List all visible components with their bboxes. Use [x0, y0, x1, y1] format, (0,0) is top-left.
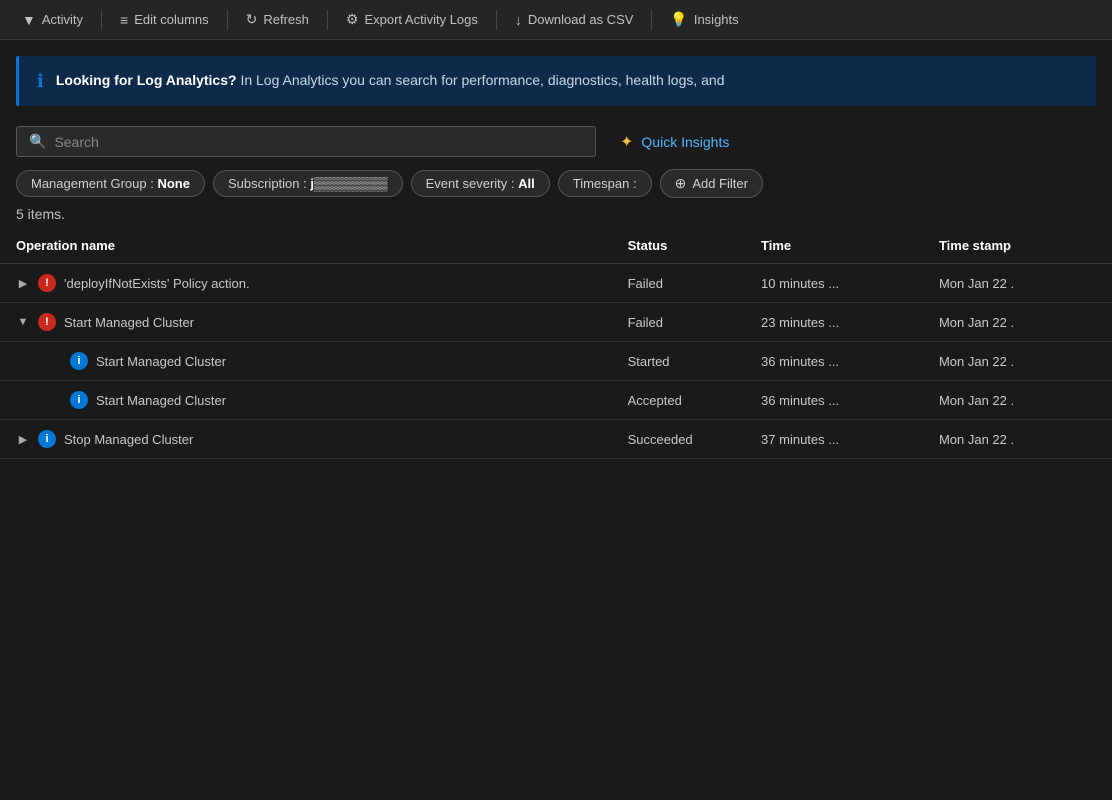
op-name-cell-3: i Start Managed Cluster — [48, 352, 596, 370]
quick-insights-icon: ✦ — [620, 132, 633, 152]
col-header-timestamp[interactable]: Time stamp — [923, 228, 1112, 264]
op-name-cell-5: ▶ i Stop Managed Cluster — [16, 430, 596, 448]
toolbar-download-csv[interactable]: ↓ Download as CSV — [505, 6, 644, 34]
table-row[interactable]: i Start Managed Cluster Started36 minutes … — [0, 342, 1112, 381]
operation-name-text: Start Managed Cluster — [96, 393, 226, 408]
download-icon: ↓ — [515, 12, 522, 28]
toolbar-insights[interactable]: 💡 Insights — [660, 5, 748, 34]
filter-timespan[interactable]: Timespan : — [558, 170, 652, 197]
timestamp-cell: Mon Jan 22 . — [923, 342, 1112, 381]
timestamp-cell: Mon Jan 22 . — [923, 381, 1112, 420]
toolbar-insights-label: Insights — [694, 12, 739, 27]
bulb-icon: 💡 — [670, 11, 687, 28]
filter-management-group[interactable]: Management Group : None — [16, 170, 205, 197]
filter-management-group-label: Management Group : — [31, 176, 157, 191]
timestamp-cell: Mon Jan 22 . — [923, 264, 1112, 303]
banner-bold-text: Looking for Log Analytics? — [56, 72, 237, 88]
severity-badge-info: i — [70, 391, 88, 409]
filter-subscription-value: j▒▒▒▒▒▒▒▒ — [310, 176, 387, 191]
table-container: Operation name Status Time Time stamp ▶!… — [0, 228, 1112, 459]
filter-timespan-label: Timespan : — [573, 176, 637, 191]
table-header-row: Operation name Status Time Time stamp — [0, 228, 1112, 264]
filter-management-group-value: None — [157, 176, 190, 191]
quick-insights-button[interactable]: ✦ Quick Insights — [620, 132, 729, 152]
time-cell: 36 minutes ... — [745, 342, 923, 381]
toolbar-divider-4 — [496, 10, 497, 30]
toolbar-divider-2 — [227, 10, 228, 30]
table-row[interactable]: ▼! Start Managed Cluster Failed23 minutes … — [0, 303, 1112, 342]
filter-event-severity-label: Event severity : — [426, 176, 518, 191]
toolbar-edit-columns[interactable]: ≡ Edit columns — [110, 6, 219, 34]
status-cell: Succeeded — [612, 420, 745, 459]
severity-badge-error: ! — [38, 274, 56, 292]
op-name-cell-4: i Start Managed Cluster — [48, 391, 596, 409]
add-filter-button[interactable]: ⊕ Add Filter — [660, 169, 763, 198]
severity-badge-info: i — [70, 352, 88, 370]
filters-row: Management Group : None Subscription : j… — [16, 169, 1096, 198]
toolbar-divider-1 — [101, 10, 102, 30]
time-cell: 36 minutes ... — [745, 381, 923, 420]
operation-name-text: Stop Managed Cluster — [64, 432, 193, 447]
filter-event-severity-value: All — [518, 176, 535, 191]
toolbar-activity-label: Activity — [42, 12, 83, 27]
status-cell: Failed — [612, 264, 745, 303]
gear-icon: ⚙ — [346, 11, 359, 28]
list-icon: ≡ — [120, 12, 128, 28]
timestamp-cell: Mon Jan 22 . — [923, 420, 1112, 459]
activity-table: Operation name Status Time Time stamp ▶!… — [0, 228, 1112, 459]
banner-text: Looking for Log Analytics? In Log Analyt… — [56, 70, 725, 91]
toolbar-activity[interactable]: ▼ Activity — [12, 6, 93, 34]
search-icon: 🔍 — [29, 133, 46, 150]
toolbar-divider-3 — [327, 10, 328, 30]
search-row: 🔍 ✦ Quick Insights — [16, 126, 1096, 157]
info-banner: ℹ Looking for Log Analytics? In Log Anal… — [16, 56, 1096, 106]
info-icon: ℹ — [37, 71, 44, 92]
toolbar-edit-columns-label: Edit columns — [134, 12, 208, 27]
expand-icon[interactable]: ▶ — [16, 433, 30, 446]
table-row[interactable]: ▶! 'deployIfNotExists' Policy action. Fail… — [0, 264, 1112, 303]
quick-insights-label: Quick Insights — [641, 134, 729, 150]
expand-icon[interactable]: ▶ — [16, 277, 30, 290]
items-count: 5 items. — [16, 206, 1096, 222]
toolbar-download-csv-label: Download as CSV — [528, 12, 634, 27]
toolbar-export[interactable]: ⚙ Export Activity Logs — [336, 5, 488, 34]
severity-badge-info: i — [38, 430, 56, 448]
status-cell: Failed — [612, 303, 745, 342]
operation-name-text: Start Managed Cluster — [96, 354, 226, 369]
operation-name-text: Start Managed Cluster — [64, 315, 194, 330]
toolbar-refresh-label: Refresh — [263, 12, 309, 27]
col-header-time[interactable]: Time — [745, 228, 923, 264]
time-cell: 10 minutes ... — [745, 264, 923, 303]
filter-subscription[interactable]: Subscription : j▒▒▒▒▒▒▒▒ — [213, 170, 403, 197]
filter-subscription-label: Subscription : — [228, 176, 310, 191]
toolbar-divider-5 — [651, 10, 652, 30]
op-name-cell-2: ▼! Start Managed Cluster — [16, 313, 596, 331]
add-filter-label: Add Filter — [692, 176, 748, 191]
table-row[interactable]: i Start Managed Cluster Accepted36 minutes… — [0, 381, 1112, 420]
search-box[interactable]: 🔍 — [16, 126, 596, 157]
col-header-status[interactable]: Status — [612, 228, 745, 264]
toolbar: ▼ Activity ≡ Edit columns ↻ Refresh ⚙ Ex… — [0, 0, 1112, 40]
time-cell: 37 minutes ... — [745, 420, 923, 459]
status-cell: Started — [612, 342, 745, 381]
collapse-icon[interactable]: ▼ — [16, 316, 30, 328]
col-header-operation-name[interactable]: Operation name — [0, 228, 612, 264]
search-input[interactable] — [54, 134, 583, 150]
chevron-down-icon: ▼ — [22, 12, 36, 28]
timestamp-cell: Mon Jan 22 . — [923, 303, 1112, 342]
severity-badge-error: ! — [38, 313, 56, 331]
op-name-cell-1: ▶! 'deployIfNotExists' Policy action. — [16, 274, 596, 292]
table-row[interactable]: ▶ i Stop Managed Cluster Succeeded37 minute… — [0, 420, 1112, 459]
add-filter-icon: ⊕ — [675, 175, 687, 192]
operation-name-text: 'deployIfNotExists' Policy action. — [64, 276, 250, 291]
toolbar-refresh[interactable]: ↻ Refresh — [236, 5, 319, 34]
time-cell: 23 minutes ... — [745, 303, 923, 342]
filter-event-severity[interactable]: Event severity : All — [411, 170, 550, 197]
status-cell: Accepted — [612, 381, 745, 420]
toolbar-export-label: Export Activity Logs — [364, 12, 477, 27]
refresh-icon: ↻ — [246, 11, 258, 28]
